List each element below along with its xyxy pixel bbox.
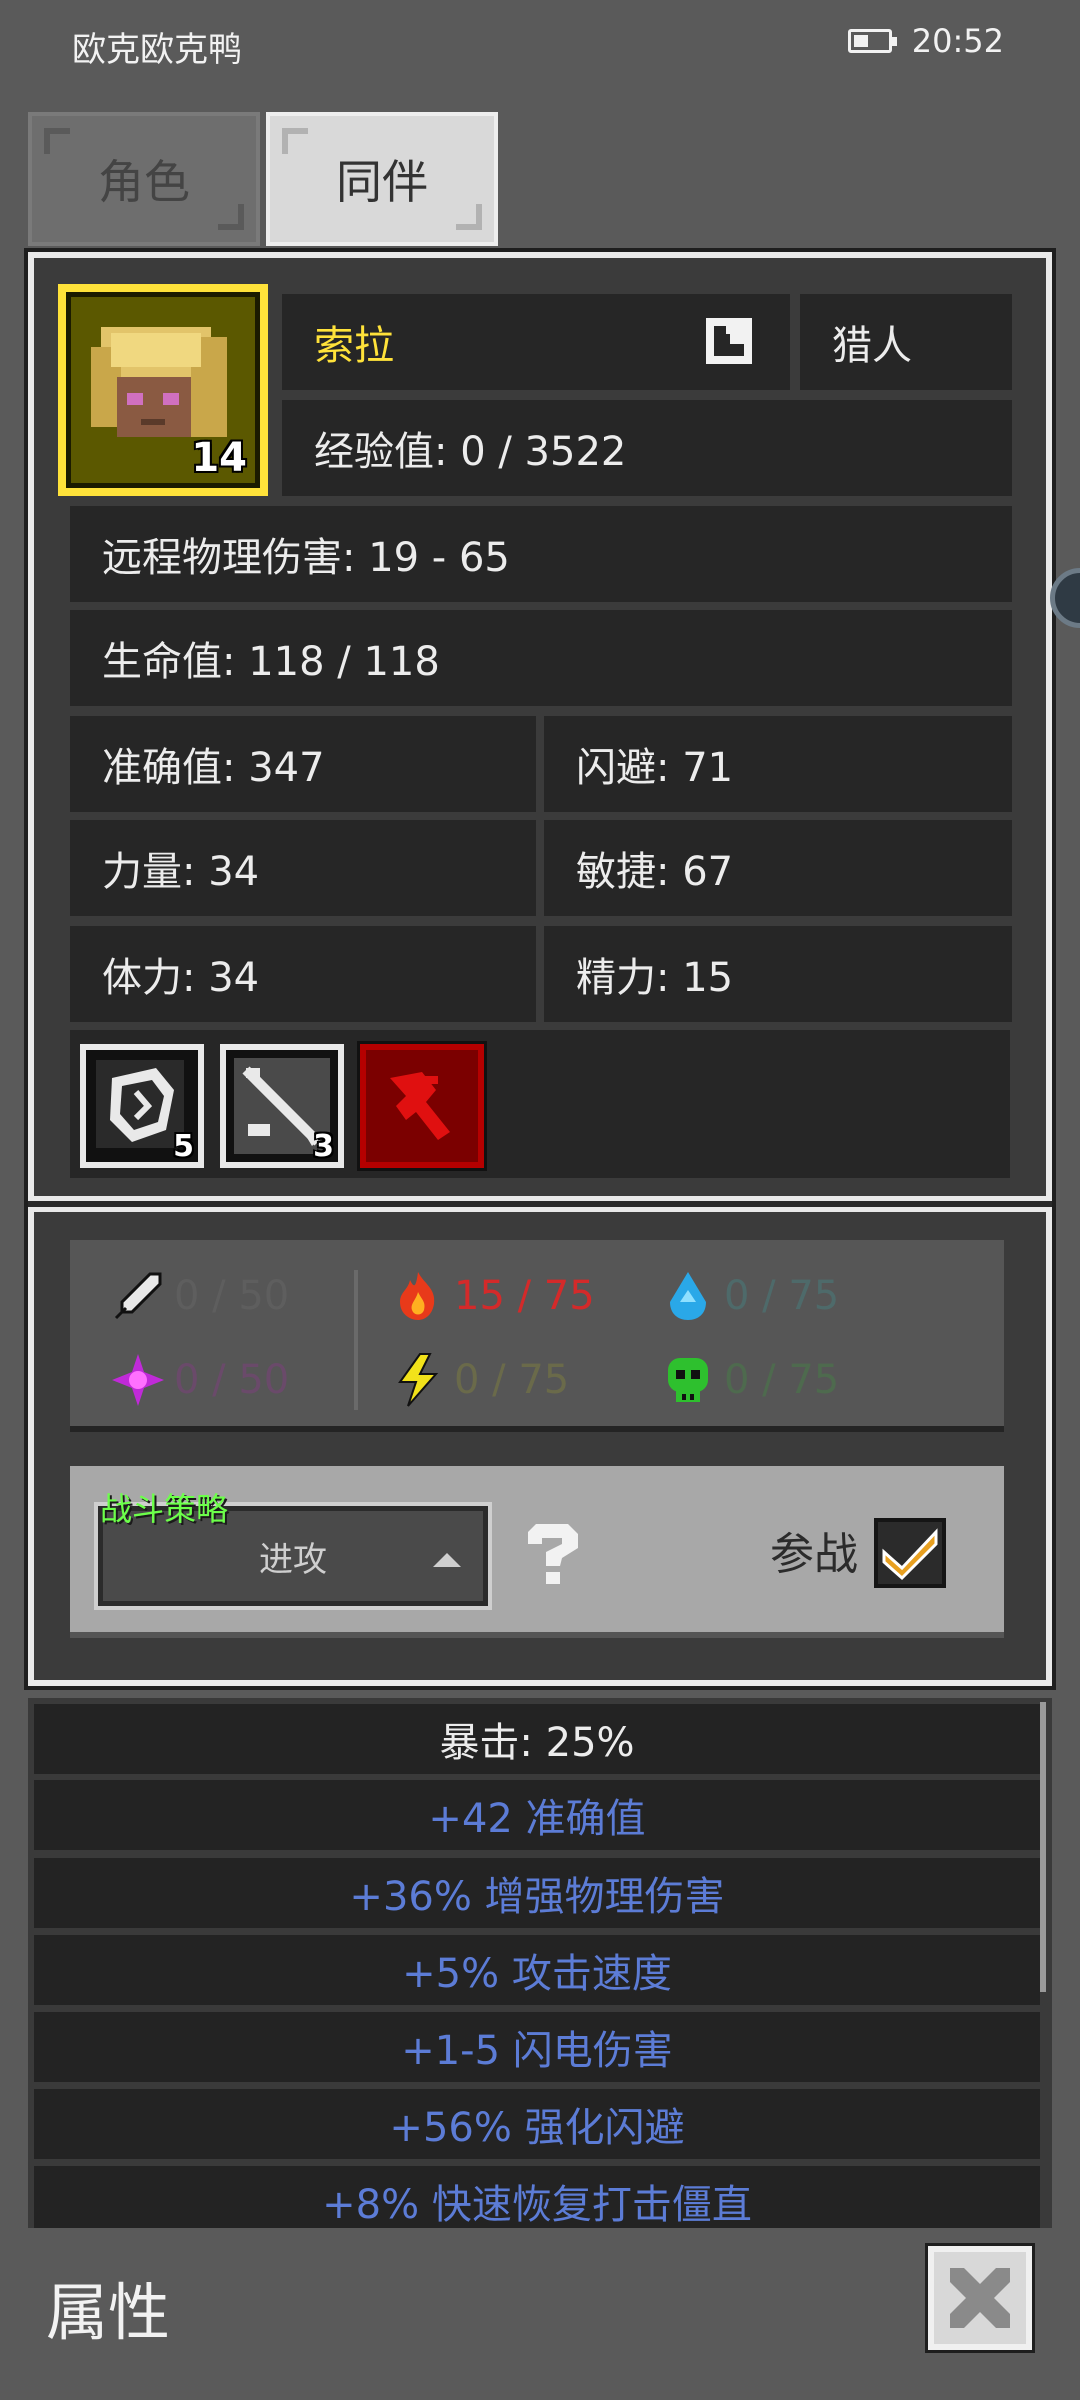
resist-physical: 0 / 50 [110,1268,289,1324]
damage-cell: 远程物理伤害: 19 - 65 [70,506,1012,602]
list-item: +8% 快速恢复打击僵直 [34,2166,1040,2228]
arcane-icon [112,1354,164,1406]
chevron-up-icon [433,1553,461,1567]
lightning-icon [398,1353,439,1407]
join-battle-checkbox[interactable] [874,1518,946,1588]
scrollbar[interactable] [1040,1702,1046,1992]
companion-energy: 精力: 15 [576,955,734,1001]
companion-dodge: 闪避: 71 [576,745,734,791]
agility-cell: 敏捷: 67 [544,820,1012,916]
companion-agility: 敏捷: 67 [576,849,734,895]
resist-arcane: 0 / 50 [110,1352,289,1408]
resist-arcane-value: 0 / 50 [174,1357,290,1403]
skill-slot-beast[interactable] [357,1041,487,1171]
strength-cell: 力量: 34 [70,820,536,916]
exp-cell: 经验值: 0 / 3522 [282,400,1012,496]
poison-skull-icon [668,1358,708,1402]
companion-strength: 力量: 34 [102,849,260,895]
bonus-list[interactable]: 暴击: 25% +42 准确值 +36% 增强物理伤害 +5% 攻击速度 +1-… [28,1698,1052,2228]
resist-water: 0 / 75 [660,1268,839,1324]
status-app-name: 欧克欧克鸭 [72,30,242,70]
companion-hp: 生命值: 118 / 118 [102,639,440,685]
battery-icon [847,29,897,53]
water-icon [670,1272,706,1320]
companion-class-cell: 猎人 [800,294,1012,390]
strategy-selected: 进攻 [259,1539,327,1580]
list-item: 暴击: 25% [34,1704,1040,1774]
tab-partner-label: 同伴 [336,155,428,209]
combat-strategy-panel: 进攻 战斗策略 参战 [70,1466,1004,1638]
tab-role-label: 角色 [98,155,190,209]
companion-class: 猎人 [832,323,912,369]
status-bar: 欧克欧克鸭 20:52 [0,0,1080,90]
close-icon [950,2268,1010,2328]
skill-slot-shield[interactable]: 5 [80,1044,204,1168]
companion-exp: 经验值: 0 / 3522 [314,429,627,475]
resist-lightning-value: 0 / 75 [454,1357,570,1403]
skill-count-shield: 5 [173,1129,194,1164]
resist-fire-value: 15 / 75 [454,1273,595,1319]
companion-damage: 远程物理伤害: 19 - 65 [102,535,510,581]
list-item: +1-5 闪电伤害 [34,2012,1040,2082]
status-right: 20:52 [847,22,1004,60]
skill-count-arrow: 3 [313,1129,334,1164]
resist-separator [354,1270,358,1410]
resist-water-value: 0 / 75 [724,1273,840,1319]
list-item: +56% 强化闪避 [34,2089,1040,2159]
companion-name: 索拉 [314,323,394,369]
list-item: +42 准确值 [34,1780,1040,1850]
skill-slot-arrow[interactable]: 3 [220,1044,344,1168]
list-item: +36% 增强物理伤害 [34,1858,1040,1928]
resist-lightning: 0 / 75 [390,1352,569,1408]
tab-role[interactable]: 角色 [28,112,260,246]
page-title: 属性 [46,2276,171,2349]
resist-poison: 0 / 75 [660,1352,839,1408]
resistance-panel: 0 / 50 15 / 75 0 / 75 0 / 50 0 / 75 0 / … [70,1240,1004,1432]
status-time: 20:52 [911,22,1004,60]
companion-accuracy: 准确值: 347 [102,745,325,791]
tab-partner[interactable]: 同伴 [266,112,498,246]
energy-cell: 精力: 15 [544,926,1012,1022]
checkmark-icon [882,1528,938,1581]
physical-resist-icon [114,1272,162,1320]
join-battle-label: 参战 [770,1529,858,1580]
strategy-label: 战斗策略 [100,1490,229,1528]
resist-physical-value: 0 / 50 [174,1273,290,1319]
rename-icon[interactable] [706,318,752,364]
companion-level: 14 [191,435,247,481]
companion-stamina: 体力: 34 [102,955,260,1001]
dodge-cell: 闪避: 71 [544,716,1012,812]
resist-fire: 15 / 75 [390,1268,595,1324]
hp-cell: 生命值: 118 / 118 [70,610,1012,706]
close-button[interactable] [925,2243,1035,2353]
skill-bar: 5 3 [70,1030,1010,1178]
red-beast-skill-icon [390,1072,450,1140]
help-question-icon[interactable] [522,1518,584,1590]
stamina-cell: 体力: 34 [70,926,536,1022]
resist-poison-value: 0 / 75 [724,1357,840,1403]
companion-portrait[interactable]: 14 [58,284,268,496]
list-item: +5% 攻击速度 [34,1935,1040,2005]
floating-assist-icon[interactable] [1050,568,1080,628]
fire-icon [400,1272,435,1320]
accuracy-cell: 准确值: 347 [70,716,536,812]
panel-divider [28,1196,1052,1212]
